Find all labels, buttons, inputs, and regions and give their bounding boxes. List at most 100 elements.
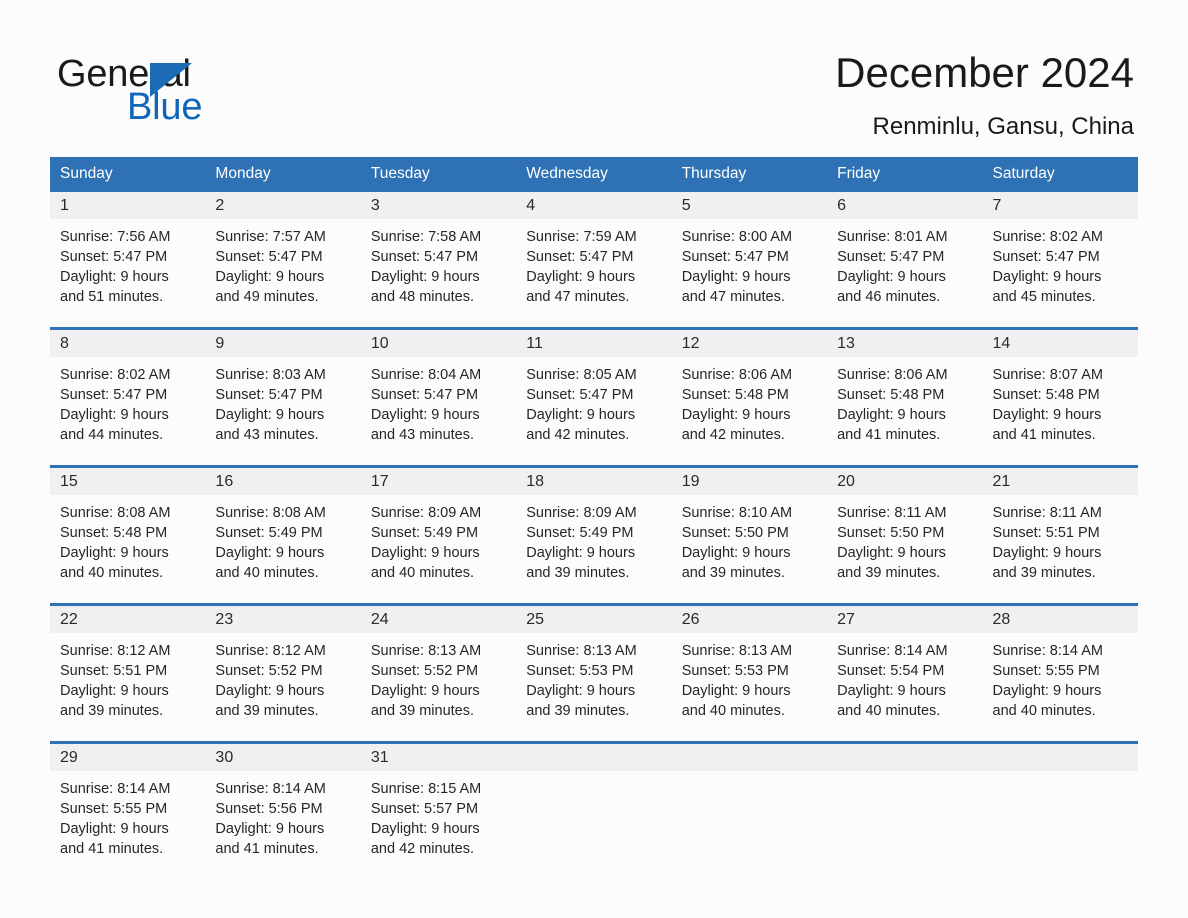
weekday-header-thursday: Thursday: [671, 157, 828, 192]
day-cell[interactable]: 1 Sunrise: 7:56 AM Sunset: 5:47 PM Daylight…: [50, 192, 206, 327]
day-details: Sunrise: 8:13 AM Sunset: 5:52 PM Daylight:…: [361, 633, 516, 721]
day-cell[interactable]: 8 Sunrise: 8:02 AM Sunset: 5:47 PM Daylight…: [50, 330, 206, 465]
sunset-text: Sunset: 5:48 PM: [681, 387, 789, 403]
day-cell[interactable]: 3 Sunrise: 7:58 AM Sunset: 5:47 PM Daylight…: [360, 192, 517, 327]
day-details: Sunrise: 8:06 AM Sunset: 5:48 PM Daylight:…: [672, 357, 827, 445]
daylight-text-line1: Daylight: 9 hours: [215, 407, 325, 423]
day-cell[interactable]: 28 Sunrise: 8:14 AM Sunset: 5:55 PM Dayligh…: [982, 606, 1138, 741]
day-cell[interactable]: 30 Sunrise: 8:14 AM Sunset: 5:56 PM Dayligh…: [205, 744, 361, 879]
day-number: 31: [360, 744, 517, 771]
daylight-text-line2: and 40 minutes.: [60, 565, 164, 581]
daylight-text-line1: Daylight: 9 hours: [837, 545, 946, 561]
day-cell[interactable]: 5 Sunrise: 8:00 AM Sunset: 5:47 PM Daylight…: [671, 192, 828, 327]
day-details: Sunrise: 7:57 AM Sunset: 5:47 PM Daylight:…: [205, 219, 360, 307]
day-cell[interactable]: 31 Sunrise: 8:15 AM Sunset: 5:57 PM Dayligh…: [360, 744, 517, 879]
day-cell[interactable]: 23 Sunrise: 8:12 AM Sunset: 5:52 PM Dayligh…: [205, 606, 361, 741]
day-details: Sunrise: 8:08 AM Sunset: 5:49 PM Daylight:…: [205, 495, 360, 583]
day-details: Sunrise: 7:59 AM Sunset: 5:47 PM Daylight:…: [516, 219, 671, 307]
sunrise-text: Sunrise: 8:11 AM: [837, 505, 947, 521]
day-number: [671, 744, 828, 771]
day-cell[interactable]: 14 Sunrise: 8:07 AM Sunset: 5:48 PM Dayligh…: [982, 330, 1138, 465]
daylight-text-line2: and 51 minutes.: [60, 289, 164, 305]
day-cell[interactable]: 7 Sunrise: 8:02 AM Sunset: 5:47 PM Daylight…: [982, 192, 1138, 327]
day-cell[interactable]: 26 Sunrise: 8:13 AM Sunset: 5:53 PM Dayligh…: [671, 606, 828, 741]
day-cell[interactable]: 12 Sunrise: 8:06 AM Sunset: 5:48 PM Dayligh…: [671, 330, 828, 465]
sunrise-text: Sunrise: 8:06 AM: [681, 367, 793, 383]
day-number: 11: [516, 330, 672, 357]
calendar-week-row: 1 Sunrise: 7:56 AM Sunset: 5:47 PM Daylight…: [50, 192, 1138, 327]
day-cell[interactable]: 19 Sunrise: 8:10 AM Sunset: 5:50 PM Dayligh…: [671, 468, 828, 603]
day-cell[interactable]: 22 Sunrise: 8:12 AM Sunset: 5:51 PM Dayligh…: [50, 606, 206, 741]
sunset-text: Sunset: 5:47 PM: [526, 249, 634, 265]
day-details: Sunrise: 8:12 AM Sunset: 5:51 PM Daylight:…: [50, 633, 205, 721]
daylight-text-line1: Daylight: 9 hours: [681, 545, 791, 561]
sunset-text: Sunset: 5:48 PM: [837, 387, 945, 403]
day-details: Sunrise: 8:14 AM Sunset: 5:54 PM Daylight:…: [827, 633, 982, 721]
daylight-text-line2: and 42 minutes.: [526, 427, 630, 443]
day-number: 8: [50, 330, 206, 357]
day-details: Sunrise: 8:10 AM Sunset: 5:50 PM Daylight:…: [672, 495, 827, 583]
general-blue-logo[interactable]: General Blue: [57, 52, 257, 130]
daylight-text-line2: and 40 minutes.: [370, 565, 475, 581]
day-cell[interactable]: 29 Sunrise: 8:14 AM Sunset: 5:55 PM Dayligh…: [50, 744, 206, 879]
day-cell[interactable]: 13 Sunrise: 8:06 AM Sunset: 5:48 PM Dayligh…: [827, 330, 983, 465]
sunrise-text: Sunrise: 8:12 AM: [60, 643, 171, 659]
daylight-text-line1: Daylight: 9 hours: [370, 683, 480, 699]
day-number: 1: [50, 192, 206, 219]
day-cell[interactable]: 17 Sunrise: 8:09 AM Sunset: 5:49 PM Dayligh…: [360, 468, 517, 603]
day-number: 24: [360, 606, 517, 633]
daylight-text-line1: Daylight: 9 hours: [370, 407, 480, 423]
daylight-text-line2: and 41 minutes.: [992, 427, 1096, 443]
day-cell[interactable]: 24 Sunrise: 8:13 AM Sunset: 5:52 PM Dayligh…: [360, 606, 517, 741]
daylight-text-line1: Daylight: 9 hours: [681, 269, 791, 285]
daylight-text-line1: Daylight: 9 hours: [837, 269, 946, 285]
day-cell[interactable]: 11 Sunrise: 8:05 AM Sunset: 5:47 PM Dayligh…: [516, 330, 672, 465]
sunrise-text: Sunrise: 8:12 AM: [215, 643, 326, 659]
day-cell[interactable]: 9 Sunrise: 8:03 AM Sunset: 5:47 PM Daylight…: [205, 330, 361, 465]
day-number: 19: [671, 468, 828, 495]
sunrise-text: Sunrise: 8:13 AM: [526, 643, 637, 659]
day-cell[interactable]: 2 Sunrise: 7:57 AM Sunset: 5:47 PM Daylight…: [205, 192, 361, 327]
sunset-text: Sunset: 5:47 PM: [526, 387, 634, 403]
sunset-text: Sunset: 5:55 PM: [60, 801, 168, 817]
daylight-text-line1: Daylight: 9 hours: [526, 407, 636, 423]
daylight-text-line2: and 45 minutes.: [992, 289, 1096, 305]
daylight-text-line1: Daylight: 9 hours: [992, 407, 1102, 423]
daylight-text-line2: and 47 minutes.: [681, 289, 785, 305]
weekday-header-friday: Friday: [827, 157, 983, 192]
daylight-text-line2: and 40 minutes.: [215, 565, 319, 581]
daylight-text-line1: Daylight: 9 hours: [370, 545, 480, 561]
day-cell[interactable]: 25 Sunrise: 8:13 AM Sunset: 5:53 PM Dayligh…: [516, 606, 672, 741]
day-cell[interactable]: 10 Sunrise: 8:04 AM Sunset: 5:47 PM Dayligh…: [360, 330, 517, 465]
day-cell[interactable]: 4 Sunrise: 7:59 AM Sunset: 5:47 PM Daylight…: [516, 192, 672, 327]
day-cell[interactable]: 16 Sunrise: 8:08 AM Sunset: 5:49 PM Dayligh…: [205, 468, 361, 603]
daylight-text-line2: and 43 minutes.: [215, 427, 319, 443]
day-cell[interactable]: 21 Sunrise: 8:11 AM Sunset: 5:51 PM Dayligh…: [982, 468, 1138, 603]
day-number: 14: [982, 330, 1138, 357]
day-details: Sunrise: 7:56 AM Sunset: 5:47 PM Daylight:…: [50, 219, 205, 307]
daylight-text-line1: Daylight: 9 hours: [837, 407, 946, 423]
sunrise-text: Sunrise: 8:01 AM: [837, 229, 948, 245]
sunrise-text: Sunrise: 8:13 AM: [681, 643, 793, 659]
calendar-week-row: 29 Sunrise: 8:14 AM Sunset: 5:55 PM Dayligh…: [50, 744, 1138, 879]
day-cell[interactable]: 6 Sunrise: 8:01 AM Sunset: 5:47 PM Daylight…: [827, 192, 983, 327]
sunset-text: Sunset: 5:47 PM: [370, 249, 479, 265]
day-cell[interactable]: 27 Sunrise: 8:14 AM Sunset: 5:54 PM Dayligh…: [827, 606, 983, 741]
sunset-text: Sunset: 5:47 PM: [992, 249, 1100, 265]
daylight-text-line1: Daylight: 9 hours: [681, 407, 791, 423]
day-details: Sunrise: 8:01 AM Sunset: 5:47 PM Daylight:…: [827, 219, 982, 307]
day-number: 16: [205, 468, 361, 495]
sunrise-text: Sunrise: 8:04 AM: [370, 367, 482, 383]
day-details: Sunrise: 8:14 AM Sunset: 5:55 PM Daylight:…: [983, 633, 1138, 721]
day-number: 6: [827, 192, 983, 219]
daylight-text-line2: and 44 minutes.: [60, 427, 164, 443]
day-cell[interactable]: 15 Sunrise: 8:08 AM Sunset: 5:48 PM Dayligh…: [50, 468, 206, 603]
daylight-text-line1: Daylight: 9 hours: [60, 821, 169, 837]
day-number: 28: [982, 606, 1138, 633]
sunset-text: Sunset: 5:49 PM: [215, 525, 323, 541]
day-details: Sunrise: 8:00 AM Sunset: 5:47 PM Daylight:…: [672, 219, 827, 307]
day-cell[interactable]: 20 Sunrise: 8:11 AM Sunset: 5:50 PM Dayligh…: [827, 468, 983, 603]
day-cell[interactable]: 18 Sunrise: 8:09 AM Sunset: 5:49 PM Dayligh…: [516, 468, 672, 603]
day-cell-empty: [982, 744, 1138, 879]
sunrise-text: Sunrise: 8:14 AM: [60, 781, 171, 797]
